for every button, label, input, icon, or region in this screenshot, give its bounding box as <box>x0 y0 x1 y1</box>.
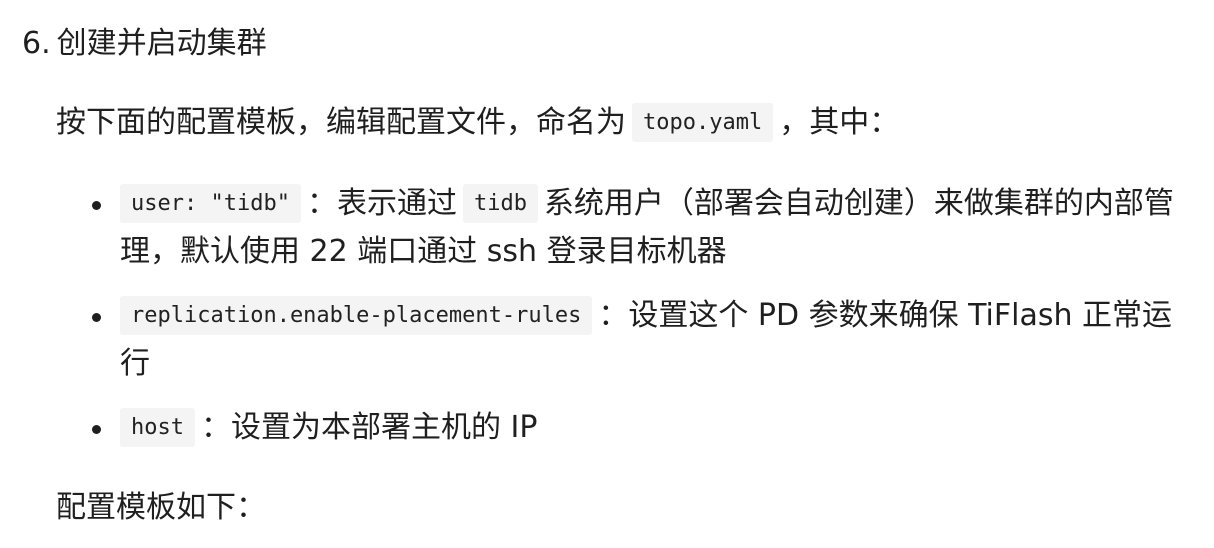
outro-paragraph: 配置模板如下： <box>56 486 266 530</box>
list-item-text: ：设置为本部署主机的 IP <box>200 410 538 445</box>
inline-code-tidb: tidb <box>462 184 538 223</box>
intro-text-after: ，其中： <box>779 105 900 140</box>
inline-code-replication: replication.enable-placement-rules <box>120 296 593 335</box>
inline-code-host: host <box>120 408 195 447</box>
outro-text: 配置模板如下： <box>56 490 266 525</box>
bullet-icon <box>92 313 101 322</box>
document-body: 6. 创建并启动集群 按下面的配置模板，编辑配置文件，命名为 topo.yaml ，其… <box>0 0 1214 548</box>
inline-code-filename: topo.yaml <box>632 103 774 142</box>
intro-paragraph: 按下面的配置模板，编辑配置文件，命名为 topo.yaml ，其中： <box>56 101 899 145</box>
list-item-text: ：表示通过 <box>306 186 457 221</box>
step-title: 创建并启动集群 <box>56 26 267 61</box>
step-number: 6. <box>22 26 51 61</box>
bullet-icon <box>92 201 101 210</box>
step-heading: 6. 创建并启动集群 <box>22 22 267 66</box>
list-item: host ：设置为本部署主机的 IP <box>56 404 1196 452</box>
intro-text: 按下面的配置模板，编辑配置文件，命名为 <box>56 105 626 140</box>
config-notes-list: user: "tidb" ：表示通过 tidb 系统用户（部署会自动创建）来做集群的内… <box>56 180 1196 468</box>
bullet-icon <box>92 425 101 434</box>
inline-code-user: user: "tidb" <box>120 184 301 223</box>
list-item: user: "tidb" ：表示通过 tidb 系统用户（部署会自动创建）来做集群的内… <box>56 180 1196 276</box>
list-item: replication.enable-placement-rules ：设置这个 … <box>56 292 1196 388</box>
